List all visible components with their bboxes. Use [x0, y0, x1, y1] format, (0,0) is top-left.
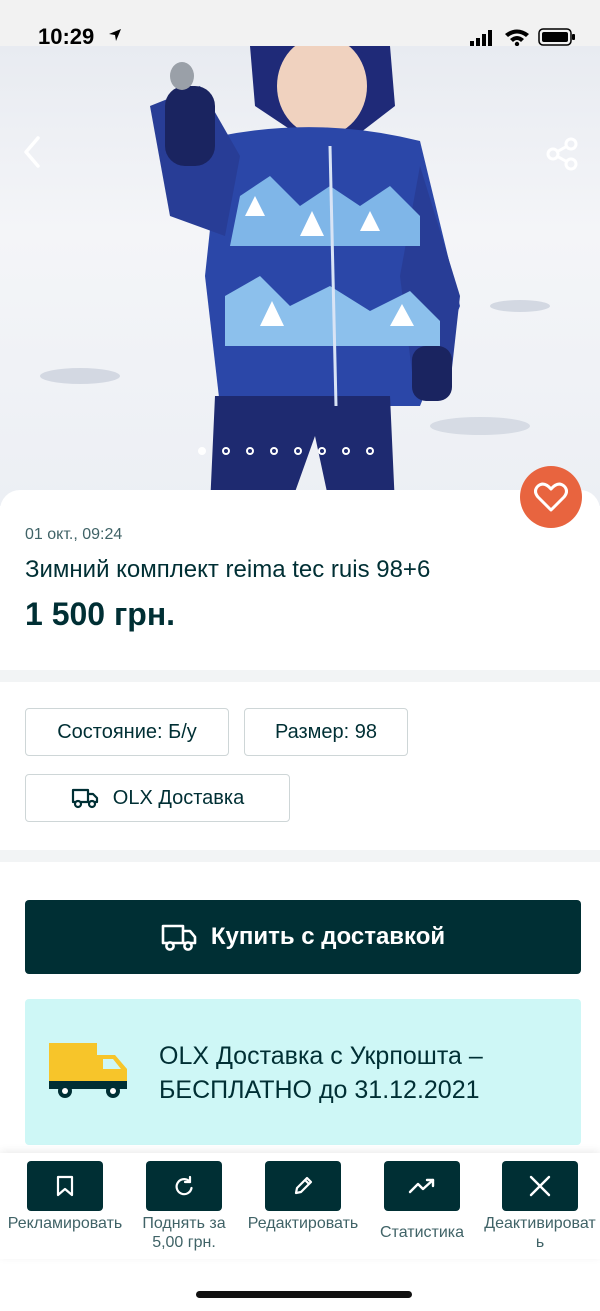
gallery-dot[interactable]	[222, 447, 230, 455]
gallery-dot[interactable]	[294, 447, 302, 455]
delivery-chip[interactable]: OLX Доставка	[25, 774, 290, 822]
back-chevron-icon[interactable]	[18, 134, 48, 170]
photo-gallery[interactable]	[0, 46, 600, 506]
gallery-dots	[198, 447, 374, 455]
bump-label: Поднять за 5,00 грн.	[142, 1215, 226, 1251]
signal-icon	[470, 30, 492, 46]
condition-chip: Состояние: Б/у	[25, 708, 229, 756]
bump-icon-box[interactable]	[146, 1161, 222, 1211]
statistics-button[interactable]: Статистика	[363, 1161, 481, 1242]
condition-label: Состояние: Б/у	[57, 720, 197, 743]
delivery-promo-banner[interactable]: OLX Доставка с Укрпошта – БЕСПЛАТНО до 3…	[25, 999, 581, 1145]
gallery-dot[interactable]	[342, 447, 350, 455]
trend-icon	[408, 1178, 435, 1194]
truck-icon	[71, 788, 98, 809]
favorite-button[interactable]	[520, 466, 582, 528]
edit-icon-box[interactable]	[265, 1161, 341, 1211]
gallery-dot[interactable]	[198, 447, 206, 455]
truck-icon	[161, 924, 197, 951]
product-photo	[40, 46, 550, 506]
status-bar: 10:29	[0, 0, 600, 49]
deactivate-label: Деактивировать	[484, 1215, 596, 1251]
gallery-dot[interactable]	[246, 447, 254, 455]
heart-icon	[534, 482, 568, 512]
statistics-label: Статистика	[379, 1224, 465, 1241]
promo-text: OLX Доставка с Укрпошта – БЕСПЛАТНО до 3…	[159, 1042, 483, 1104]
location-arrow-icon	[109, 29, 121, 41]
buy-with-delivery-button[interactable]: Купить с доставкой	[25, 900, 581, 974]
gallery-dot[interactable]	[318, 447, 326, 455]
refresh-icon	[175, 1175, 193, 1196]
share-icon[interactable]	[544, 136, 580, 172]
listing-title: Зимний комплект reima tec ruis 98+6	[25, 556, 431, 583]
size-chip: Размер: 98	[244, 708, 408, 756]
gallery-dot[interactable]	[366, 447, 374, 455]
gallery-dot[interactable]	[270, 447, 278, 455]
wifi-icon	[505, 29, 529, 46]
bookmark-icon	[56, 1175, 74, 1197]
section-divider	[0, 670, 600, 682]
deactivate-icon-box[interactable]	[502, 1161, 578, 1211]
delivery-label: OLX Доставка	[112, 786, 245, 809]
edit-button[interactable]: Редактировать	[244, 1161, 362, 1233]
promote-icon-box[interactable]	[27, 1161, 103, 1211]
promote-button[interactable]: Рекламировать	[6, 1161, 124, 1233]
edit-label: Редактировать	[247, 1215, 359, 1232]
size-label: Размер: 98	[274, 720, 378, 743]
status-time: 10:29	[38, 24, 95, 49]
listing-date: 01 окт., 09:24	[25, 526, 123, 543]
delivery-truck-illustration	[49, 1043, 127, 1098]
close-icon	[529, 1175, 551, 1197]
statistics-icon-box[interactable]	[384, 1161, 460, 1211]
home-indicator	[196, 1291, 412, 1298]
section-divider	[0, 850, 600, 862]
owner-actions-bar: Рекламировать Поднять за 5,00 грн. Редак…	[0, 1153, 600, 1259]
listing-price: 1 500 грн.	[25, 596, 176, 632]
battery-icon	[538, 28, 575, 46]
bump-up-button[interactable]: Поднять за 5,00 грн.	[125, 1161, 243, 1252]
buy-button-label: Купить с доставкой	[210, 923, 446, 950]
promote-label: Рекламировать	[7, 1215, 123, 1232]
deactivate-button[interactable]: Деактивировать	[481, 1161, 599, 1252]
pencil-icon	[294, 1176, 313, 1195]
